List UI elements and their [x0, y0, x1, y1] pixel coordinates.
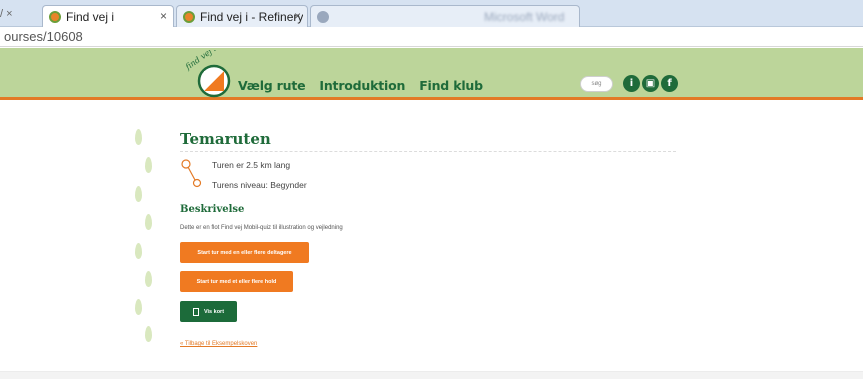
- tab-label: Find vej i - Refinery: [200, 9, 304, 24]
- previous-tab-fragment[interactable]: / ×: [0, 8, 13, 20]
- url-text: ourses/10608: [4, 29, 83, 44]
- start-tour-participants-button[interactable]: Start tur med en eller flere deltagere: [180, 242, 309, 263]
- word-favicon-icon: [317, 10, 329, 23]
- tab-label: Find vej i: [66, 9, 115, 24]
- show-map-button[interactable]: Vis kort: [180, 301, 237, 322]
- tab-label: Microsoft Word: [484, 9, 565, 24]
- button-label: Vis kort: [203, 308, 225, 315]
- site-header: find vej i ... Vælg rute Introduktion Fi…: [0, 48, 863, 100]
- address-bar[interactable]: ourses/10608: [0, 27, 863, 47]
- browser-tab-word[interactable]: Microsoft Word: [310, 5, 580, 27]
- main-nav: Vælg rute Introduktion Find klub: [238, 78, 483, 93]
- route-icon: [181, 159, 202, 188]
- nav-item-introduktion[interactable]: Introduktion: [319, 78, 405, 93]
- description-heading: Beskrivelse: [180, 204, 245, 215]
- back-link[interactable]: « Tilbage til Eksempelskoven: [180, 341, 257, 347]
- leaf-decoration-icon: [145, 157, 152, 173]
- browser-tab-find-vej-i[interactable]: Find vej i ×: [42, 5, 174, 27]
- info-icon[interactable]: i: [623, 75, 640, 92]
- browser-tab-refinery[interactable]: Find vej i - Refinery ×: [176, 5, 308, 27]
- search-input[interactable]: søg: [580, 76, 613, 92]
- start-tour-teams-button[interactable]: Start tur med et eller flere hold: [180, 271, 293, 292]
- facebook-icon[interactable]: f: [661, 75, 678, 92]
- route-length: Turen er 2.5 km lang: [212, 160, 291, 170]
- page-title: Temaruten: [180, 130, 271, 148]
- find-vej-i-logo[interactable]: find vej i ...: [176, 50, 238, 100]
- description-text: Dette er en flot Find vej Mobil-quiz til…: [180, 225, 343, 231]
- button-label: Start tur med en eller flere deltagere: [197, 249, 292, 256]
- close-icon[interactable]: ×: [160, 9, 167, 23]
- title-divider: [180, 151, 676, 152]
- page-bottom-strip: [0, 371, 863, 379]
- nav-item-find-klub[interactable]: Find klub: [419, 78, 483, 93]
- browser-tab-strip: / × Find vej i × Find vej i - Refinery ×…: [0, 0, 863, 27]
- leaf-decoration-icon: [135, 186, 142, 202]
- close-icon[interactable]: ×: [294, 9, 301, 23]
- leaf-decoration-icon: [135, 243, 142, 259]
- leaf-decoration-icon: [145, 271, 152, 287]
- leaf-decoration-icon: [145, 214, 152, 230]
- leaf-decoration-icon: [135, 299, 142, 315]
- leaf-decoration-icon: [135, 129, 142, 145]
- site-favicon-icon: [49, 10, 61, 23]
- nav-item-vaelg-rute[interactable]: Vælg rute: [238, 78, 306, 93]
- site-favicon-icon: [183, 10, 195, 23]
- button-label: Start tur med et eller flere hold: [196, 278, 277, 285]
- document-icon: [192, 307, 199, 316]
- leaf-decoration-icon: [145, 326, 152, 342]
- camera-icon[interactable]: ▣: [642, 75, 659, 92]
- route-level: Turens niveau: Begynder: [212, 180, 307, 190]
